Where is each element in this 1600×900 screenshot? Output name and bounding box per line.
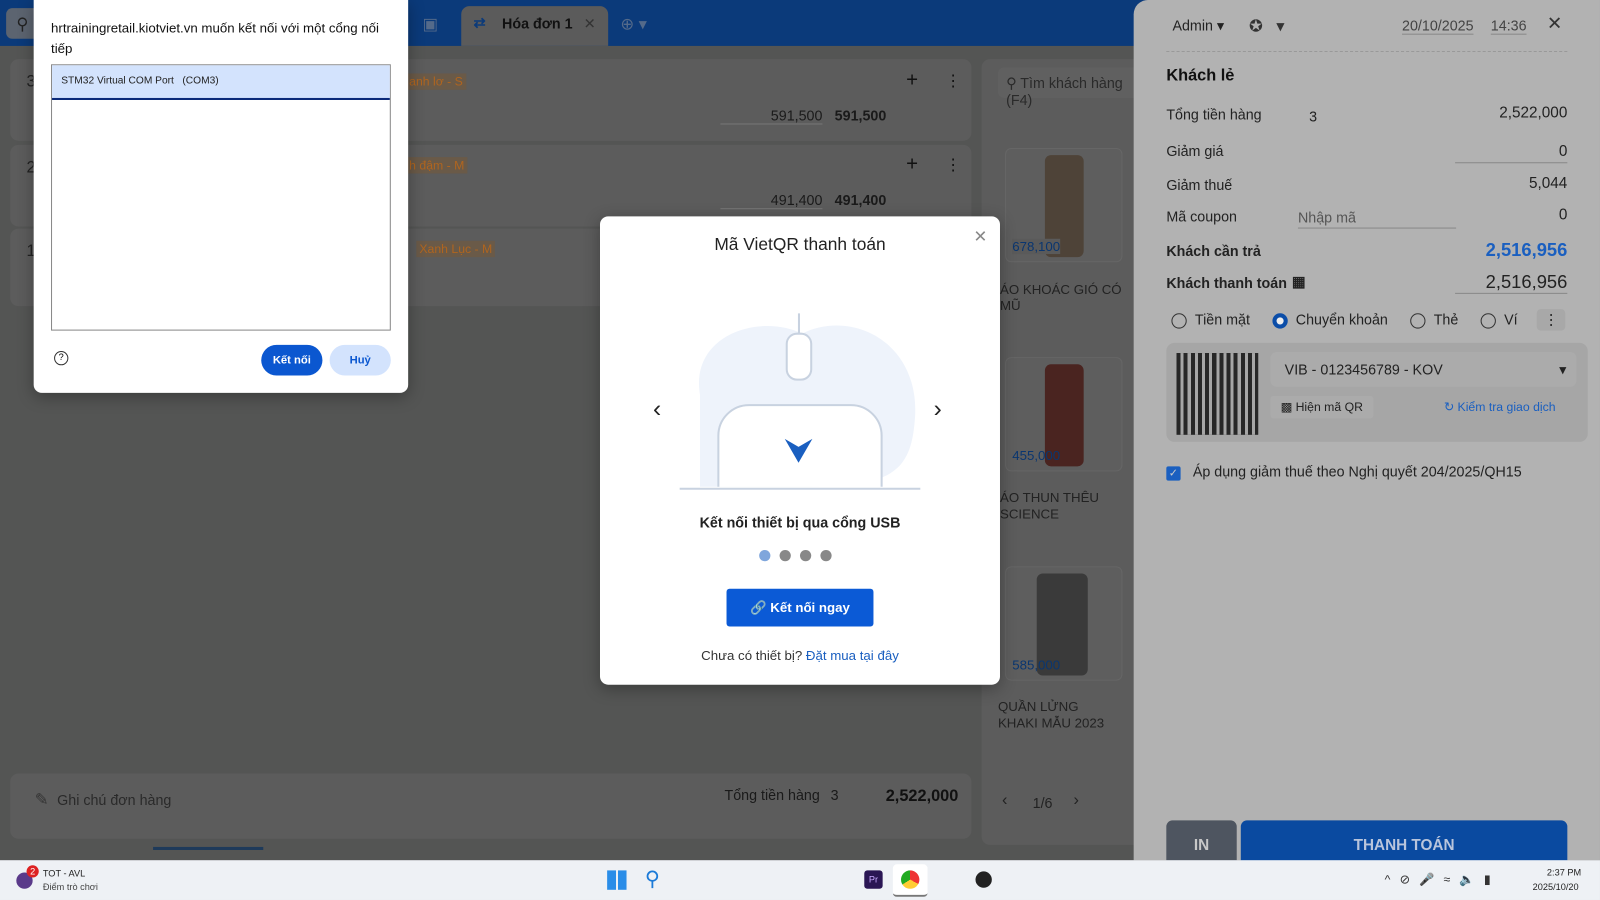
product-card[interactable]: 678,100 (1005, 147, 1123, 263)
qr-box: VIB - 0123456789 - KOV ▾ ▩ Hiện mã QR ↻ K… (1166, 342, 1588, 442)
pay-button[interactable]: THANH TOÁN (1240, 820, 1568, 866)
close-icon[interactable]: ✕ (1547, 13, 1562, 34)
search-icon[interactable]: ⚲ (645, 866, 660, 892)
swap-icon: ⇄ (473, 14, 486, 31)
prev-slide-button[interactable]: ‹ (653, 395, 661, 424)
slide-dot[interactable] (820, 549, 832, 562)
show-qr-button[interactable]: ▩ Hiện mã QR (1270, 395, 1374, 419)
payment-drawer: Admin ▾ ✪ ▾ 20/10/2025 14:36 ✕ Khách lẻ … (1133, 0, 1600, 866)
next-page-button[interactable]: › (1073, 792, 1078, 810)
add-icon[interactable]: + (906, 153, 918, 176)
discount-input[interactable]: 0 (1455, 143, 1568, 164)
slide-dot[interactable] (759, 549, 771, 562)
date-input[interactable]: 20/10/2025 (1402, 17, 1474, 35)
check-transaction-link[interactable]: ↻ Kiểm tra giao dịch (1444, 400, 1556, 414)
system-tray-icons[interactable]: ^⊘🎤≈🔈▮ (1385, 872, 1500, 886)
more-icon[interactable]: ⋮ (945, 71, 961, 91)
serial-port-dialog: hrtrainingretail.kiotviet.vn muốn kết nố… (33, 0, 409, 393)
link-icon: 🔗 (750, 599, 767, 616)
order-note-input[interactable]: Ghi chú đơn hàng (57, 792, 171, 808)
bank-account-select[interactable]: VIB - 0123456789 - KOV ▾ (1270, 352, 1577, 387)
usb-illustration: ⮟ (679, 313, 921, 492)
connect-button[interactable]: Kết nối (261, 344, 323, 376)
more-icon[interactable]: ⋮ (945, 155, 961, 175)
taskbar: 2 TOT - AVL Điểm trò chơi ⚲ Pr ^⊘🎤≈🔈▮ 2:… (0, 860, 1600, 900)
port-list[interactable]: STM32 Virtual COM Port (COM3) (51, 64, 391, 331)
user-select[interactable]: Admin ▾ (1172, 17, 1224, 34)
tax-checkbox[interactable]: ✓ Áp dụng giảm thuế theo Nghị quyết 204/2… (1166, 463, 1522, 481)
svg-text:⮟: ⮟ (784, 432, 814, 470)
connect-now-button[interactable]: 🔗 Kết nối ngay (726, 588, 874, 627)
divider (1166, 51, 1568, 53)
customer-search-input[interactable]: ⚲ Tìm khách hàng (F4) (997, 67, 1152, 108)
close-tab-icon[interactable]: ✕ (584, 15, 596, 32)
chrome-icon[interactable] (892, 864, 928, 897)
port-item[interactable]: STM32 Virtual COM Port (COM3) (52, 65, 390, 100)
method-card[interactable]: Thẻ (1410, 311, 1458, 329)
method-cash[interactable]: Tiền mặt (1171, 311, 1250, 329)
app-icon[interactable] (975, 871, 992, 888)
barcode-scan-icon[interactable]: ▣ (422, 14, 437, 34)
product-card[interactable]: 585,000 (1005, 566, 1123, 681)
add-tab-button[interactable]: ⊕ ▾ (620, 14, 646, 34)
cancel-button[interactable]: Huỷ (329, 344, 391, 376)
slide-dot[interactable] (779, 549, 791, 562)
active-tab-indicator (153, 846, 264, 850)
method-wallet[interactable]: Ví (1480, 311, 1518, 329)
qr-icon[interactable]: ▦ (1292, 273, 1306, 290)
close-icon[interactable]: ✕ (973, 227, 987, 247)
vietqr-modal: Mã VietQR thanh toán ✕ ‹ › ⮟ Kết nối thi… (599, 216, 1000, 685)
print-button[interactable]: IN (1166, 820, 1237, 866)
more-methods-icon[interactable]: ⋮ (1536, 309, 1566, 331)
walking-icon[interactable]: ✪ ▾ (1249, 16, 1284, 36)
qr-code (1176, 353, 1259, 435)
premiere-icon[interactable]: Pr (864, 870, 883, 889)
help-icon[interactable]: ? (54, 351, 69, 366)
order-footer: ✎ Ghi chú đơn hàng Tổng tiền hàng 3 2,52… (10, 773, 972, 839)
notification-badge: 2 (26, 865, 39, 878)
add-icon[interactable]: + (906, 69, 918, 92)
product-card[interactable]: 455,000 (1005, 357, 1123, 472)
windows-start-icon[interactable] (607, 870, 627, 890)
pencil-icon: ✎ (34, 791, 49, 810)
time-input[interactable]: 14:36 (1490, 17, 1527, 35)
coupon-input[interactable]: Nhập mã (1297, 209, 1457, 229)
method-transfer[interactable]: Chuyển khoản (1272, 311, 1388, 329)
next-slide-button[interactable]: › (934, 395, 942, 424)
slide-dots (759, 548, 832, 566)
tab-invoice-1[interactable]: ⇄ Hóa đơn 1 ✕ (461, 6, 609, 46)
prev-page-button[interactable]: ‹ (1002, 792, 1007, 810)
paid-input[interactable]: 2,516,956 (1455, 271, 1568, 294)
buy-link[interactable]: Đặt mua tại đây (806, 648, 899, 663)
slide-dot[interactable] (799, 549, 812, 562)
